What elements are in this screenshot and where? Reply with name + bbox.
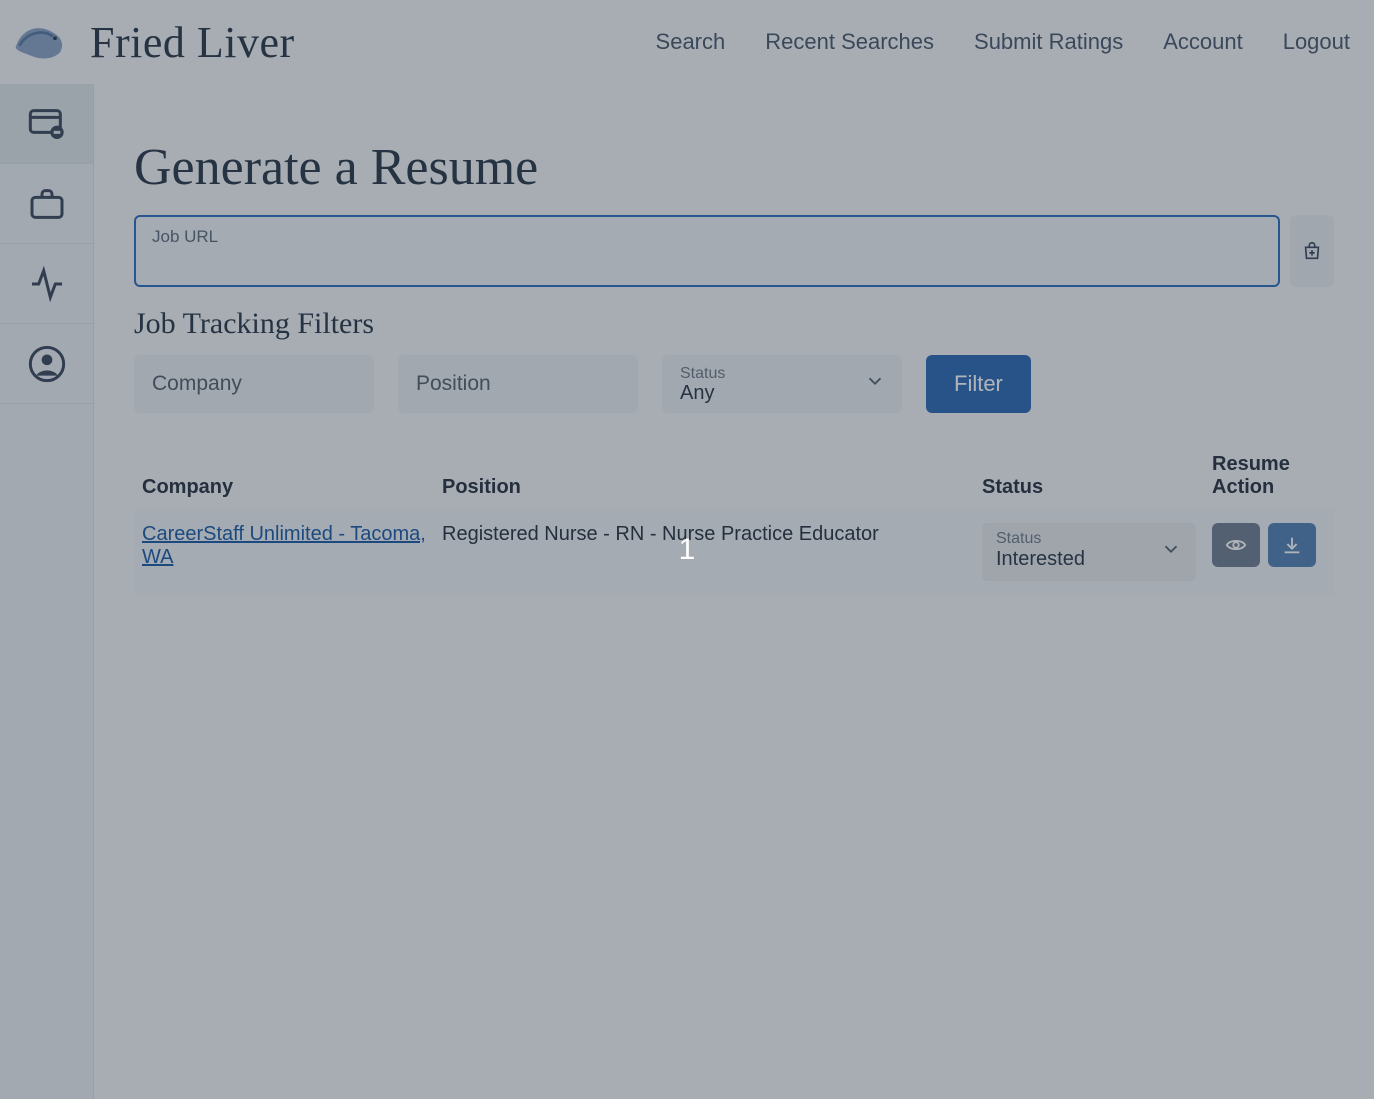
eye-icon: [1225, 534, 1247, 556]
job-url-row: Job URL: [134, 215, 1334, 287]
column-position: Position: [434, 443, 974, 509]
user-circle-icon: [27, 344, 67, 384]
bird-logo-icon: [10, 17, 70, 67]
filters-row: Company Position Status Any Filter: [134, 355, 1334, 413]
filters-title: Job Tracking Filters: [134, 307, 1334, 341]
filter-position-input[interactable]: Position: [398, 355, 638, 413]
job-url-input[interactable]: Job URL: [134, 215, 1280, 287]
row-status-label: Status: [996, 529, 1182, 548]
activity-icon: [27, 264, 67, 304]
main-content: Generate a Resume Job URL Job Tracking F…: [94, 84, 1374, 1099]
filter-button[interactable]: Filter: [926, 355, 1031, 413]
nav-recent-searches[interactable]: Recent Searches: [765, 29, 934, 55]
filter-status-select[interactable]: Status Any: [662, 355, 902, 413]
row-status-select[interactable]: Status Interested: [982, 523, 1196, 581]
sidebar-item-jobs[interactable]: [0, 164, 93, 244]
view-resume-button[interactable]: [1212, 523, 1260, 567]
nav-logout[interactable]: Logout: [1283, 29, 1350, 55]
position-cell: Registered Nurse - RN - Nurse Practice E…: [434, 509, 974, 595]
brand-title: Fried Liver: [90, 17, 295, 68]
chevron-down-icon: [1160, 538, 1182, 566]
company-link[interactable]: CareerStaff Unlimited - Tacoma, WA: [142, 523, 426, 568]
sidebar-item-resume-generator[interactable]: [0, 84, 93, 164]
row-status-value: Interested: [996, 548, 1182, 571]
sidebar-item-profile[interactable]: [0, 324, 93, 404]
nav-account[interactable]: Account: [1163, 29, 1243, 55]
column-resume-action: Resume Action: [1204, 443, 1334, 509]
nav-search[interactable]: Search: [656, 29, 726, 55]
sidebar: [0, 84, 94, 1099]
download-resume-button[interactable]: [1268, 523, 1316, 567]
resume-actions: [1212, 523, 1326, 567]
column-company: Company: [134, 443, 434, 509]
filter-position-label: Position: [416, 372, 491, 396]
bag-plus-icon: [1301, 240, 1323, 262]
filter-status-value: Any: [680, 382, 714, 405]
nav-submit-ratings[interactable]: Submit Ratings: [974, 29, 1123, 55]
filter-company-input[interactable]: Company: [134, 355, 374, 413]
window-minus-icon: [27, 104, 67, 144]
job-url-submit-button[interactable]: [1290, 215, 1334, 287]
brand-block: Fried Liver: [0, 17, 295, 68]
filter-company-label: Company: [152, 372, 242, 396]
job-url-label: Job URL: [152, 227, 1262, 247]
page-title: Generate a Resume: [134, 138, 1334, 197]
jobs-table: Company Position Status Resume Action Ca…: [134, 443, 1334, 595]
top-nav: Search Recent Searches Submit Ratings Ac…: [656, 29, 1350, 55]
chevron-down-icon: [864, 370, 886, 398]
column-status: Status: [974, 443, 1204, 509]
table-row: CareerStaff Unlimited - Tacoma, WA Regis…: [134, 509, 1334, 595]
briefcase-icon: [27, 184, 67, 224]
header: Fried Liver Search Recent Searches Submi…: [0, 0, 1374, 84]
filter-status-label: Status: [680, 366, 725, 382]
download-icon: [1281, 534, 1303, 556]
sidebar-item-activity[interactable]: [0, 244, 93, 324]
